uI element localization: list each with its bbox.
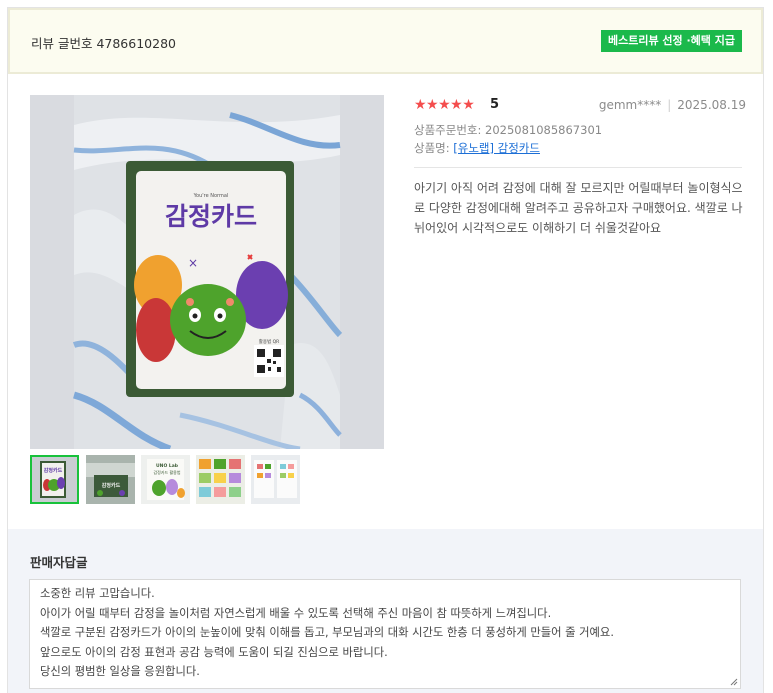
resize-handle-icon[interactable] — [730, 678, 738, 686]
meta-separator: | — [667, 98, 672, 112]
review-body: 아기기 아직 어려 감정에 대해 잘 모르지만 어릴때부터 놀이형식으로 다양한… — [414, 181, 743, 235]
thumbnail-2[interactable]: 감정카드 — [86, 455, 135, 504]
thumbnail-1[interactable]: 감정카드 — [30, 455, 79, 504]
svg-text:감정카드: 감정카드 — [44, 467, 63, 474]
svg-text:감정카드 활용법: 감정카드 활용법 — [153, 469, 180, 475]
product-name-label: 상품명: — [414, 141, 454, 155]
review-card: 리뷰 글번호 4786610280 베스트리뷰 선정 ·혜택 지급 You're… — [7, 7, 764, 693]
order-number: 상품주문번호: 2025081085867301 — [414, 123, 603, 137]
thumbnail-3[interactable]: UNO Lab 감정카드 활용법 — [141, 455, 190, 504]
seller-reply-line: 당신의 평범한 일상을 응원합니다. — [40, 665, 200, 678]
review-meta: gemm**** | 2025.08.19 — [599, 98, 746, 112]
seller-reply-title: 판매자답글 — [30, 555, 88, 570]
star-rating-icon: ★★★★★ — [414, 97, 475, 113]
review-main-photo[interactable]: You're Normal 감정카드 × 활용법 QR — [30, 95, 384, 449]
product-name-row: 상품명: [유노랩] 감정카드 — [414, 140, 540, 156]
reviewer-id: gemm**** — [598, 98, 662, 112]
product-name-link[interactable]: [유노랩] 감정카드 — [453, 141, 540, 155]
review-number: 리뷰 글번호 4786610280 — [31, 36, 176, 51]
best-review-badge: 베스트리뷰 선정 ·혜택 지급 — [601, 30, 742, 52]
svg-text:UNO Lab: UNO Lab — [156, 463, 179, 469]
card-small-text: You're Normal — [193, 193, 229, 199]
seller-reply-line: 아이가 어릴 때부터 감정을 놀이처럼 자연스럽게 배울 수 있도록 선택해 주… — [40, 606, 552, 620]
card-title-text: 감정카드 — [165, 202, 257, 231]
thumbnail-4[interactable] — [196, 455, 245, 504]
seller-reply-textarea[interactable]: 소중한 리뷰 고맙습니다. 아이가 어릴 때부터 감정을 놀이처럼 자연스럽게 … — [29, 579, 741, 689]
seller-reply-line: 색깔로 구분된 감정카드가 아이의 눈높이에 맞춰 이해를 돕고, 부모님과의 … — [40, 626, 614, 639]
thumbnail-5[interactable] — [251, 455, 300, 504]
review-rating-row: ★★★★★ 5 gemm**** | 2025.08.19 — [414, 97, 746, 115]
seller-reply-section: 판매자답글 소중한 리뷰 고맙습니다. 아이가 어릴 때부터 감정을 놀이처럼 … — [8, 529, 763, 693]
svg-text:감정카드: 감정카드 — [102, 482, 121, 489]
seller-reply-line: 소중한 리뷰 고맙습니다. — [40, 587, 155, 600]
card-qr-label: 활용법 QR — [259, 338, 280, 345]
svg-text:×: × — [188, 256, 198, 270]
seller-reply-line: 앞으로도 아이의 감정 표현과 공감 능력에 도움이 되길 진심으로 바랍니다. — [40, 645, 388, 659]
rating-score: 5 — [490, 97, 500, 112]
review-header: 리뷰 글번호 4786610280 베스트리뷰 선정 ·혜택 지급 — [8, 8, 763, 74]
review-date: 2025.08.19 — [677, 98, 746, 112]
divider — [414, 167, 742, 168]
review-photo-image: You're Normal 감정카드 × 활용법 QR — [30, 95, 384, 449]
